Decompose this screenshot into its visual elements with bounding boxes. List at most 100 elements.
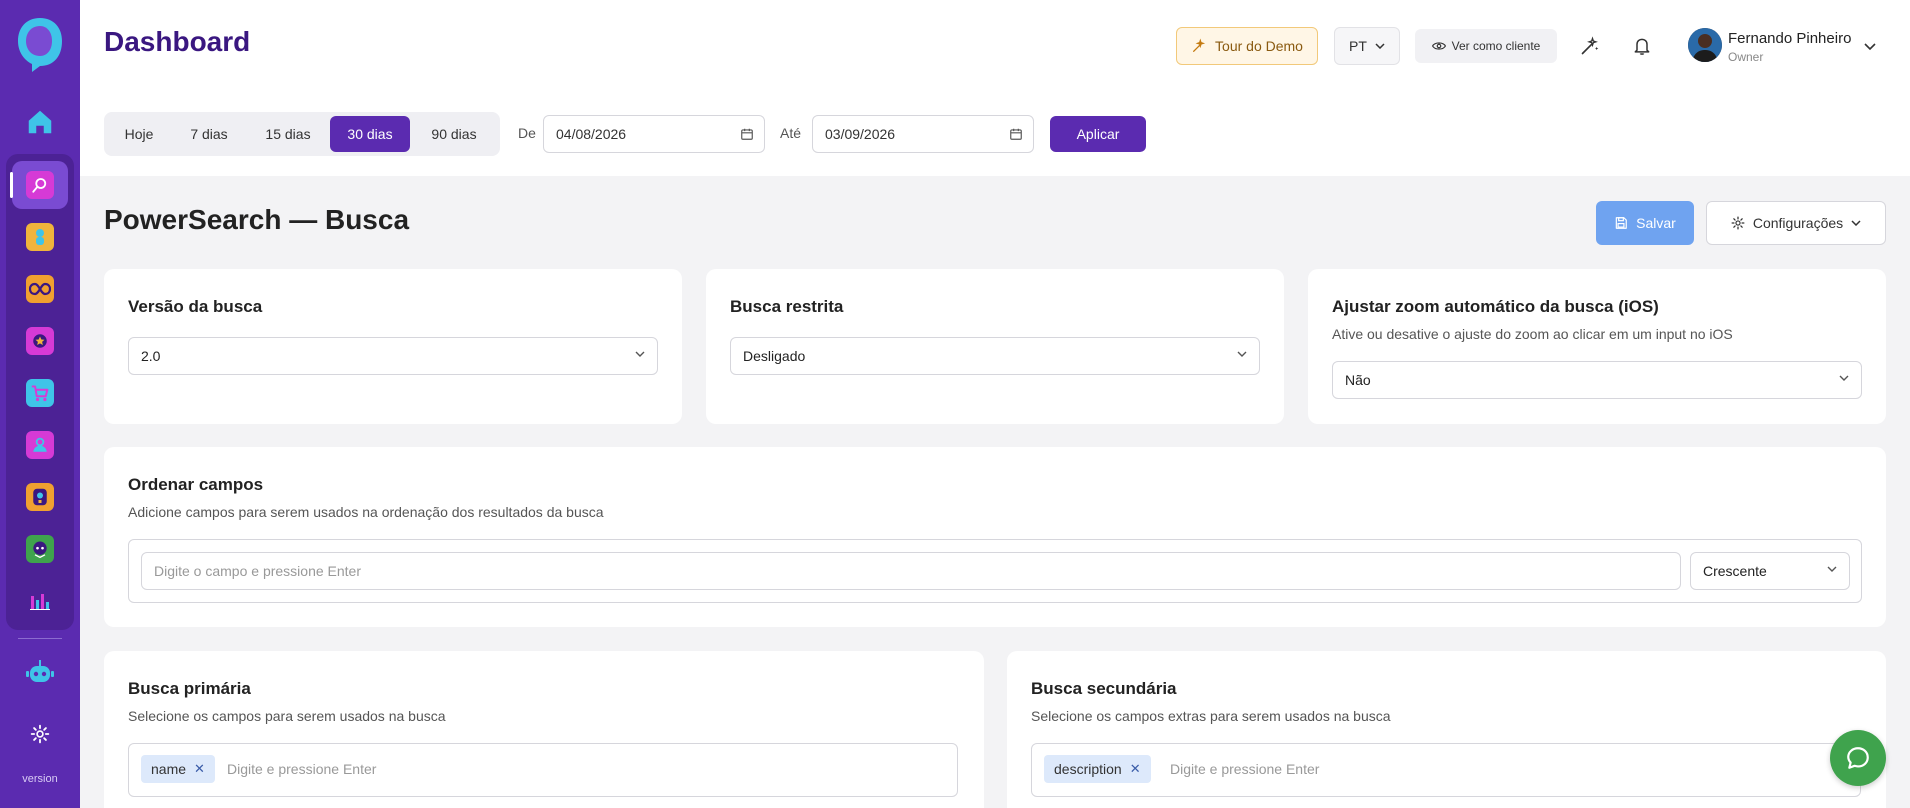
tag-input-placeholder: Digite e pressione Enter: [227, 761, 377, 777]
save-button[interactable]: Salvar: [1596, 201, 1694, 245]
card-subtitle: Selecione os campos para serem usados na…: [128, 708, 446, 724]
sidebar-item-assistant[interactable]: [22, 531, 58, 567]
select-value: Não: [1345, 372, 1371, 388]
range-15-days[interactable]: 15 dias: [248, 116, 328, 152]
range-90-days[interactable]: 90 dias: [412, 116, 496, 152]
sidebar-item-settings[interactable]: [22, 716, 58, 752]
chevron-down-icon: [635, 351, 645, 357]
main-title: PowerSearch — Busca: [104, 204, 410, 235]
bell-icon[interactable]: [1628, 32, 1656, 60]
eye-icon: [1431, 42, 1446, 50]
sparkle-icon: [1193, 38, 1206, 52]
chevron-down-icon: [1839, 375, 1849, 381]
tag-chip: description ✕: [1044, 755, 1151, 783]
view-as-client-button[interactable]: Ver como cliente: [1415, 29, 1557, 63]
card-ios-zoom: Ajustar zoom automático da busca (iOS) A…: [1308, 269, 1886, 424]
chevron-down-icon: [1851, 220, 1861, 226]
tag-input-placeholder: Digite e pressione Enter: [1170, 761, 1320, 777]
card-title: Versão da busca: [128, 297, 263, 316]
tag-chip: name ✕: [141, 755, 215, 783]
sidebar-item-profile[interactable]: [22, 219, 58, 255]
avatar[interactable]: [1688, 28, 1722, 62]
sidebar-item-powersearch[interactable]: [22, 167, 58, 203]
location-badge-icon: [26, 483, 54, 511]
user-name: Fernando Pinheiro: [1728, 30, 1852, 47]
person-icon: [26, 223, 54, 251]
chevron-down-icon: [1375, 43, 1385, 49]
chevron-down-icon: [1237, 351, 1247, 357]
search-version-select[interactable]: 2.0: [128, 337, 658, 375]
sidebar-item-cart[interactable]: [22, 375, 58, 411]
select-value: Desligado: [743, 348, 806, 364]
card-title: Ordenar campos: [128, 475, 264, 494]
sidebar-item-users[interactable]: [22, 427, 58, 463]
sort-field-box: Digite o campo e pressione Enter Crescen…: [128, 539, 1862, 603]
remove-tag-icon[interactable]: ✕: [1130, 761, 1141, 777]
sort-field-input[interactable]: Digite o campo e pressione Enter: [141, 552, 1681, 590]
card-title: Ajustar zoom automático da busca (iOS): [1332, 297, 1659, 316]
cart-icon: [26, 379, 54, 407]
sidebar-divider: [18, 638, 62, 639]
assistant-icon: [26, 535, 54, 563]
gear-icon: [30, 724, 50, 744]
apply-button[interactable]: Aplicar: [1050, 116, 1146, 152]
bar-chart-icon: [30, 594, 50, 610]
card-restricted-search: Busca restrita Desligado: [706, 269, 1284, 424]
chat-bubble-icon: [1847, 747, 1869, 769]
sidebar-item-favorites[interactable]: [22, 323, 58, 359]
from-date-input[interactable]: 04/08/2026: [543, 115, 765, 153]
card-title: Busca primária: [128, 679, 251, 698]
restricted-search-select[interactable]: Desligado: [730, 337, 1260, 375]
page-title: Dashboard: [104, 26, 251, 57]
language-value: PT: [1349, 38, 1367, 54]
card-title: Busca secundária: [1031, 679, 1177, 698]
from-label: De: [518, 125, 536, 141]
to-date-input[interactable]: 03/09/2026: [812, 115, 1034, 153]
remove-tag-icon[interactable]: ✕: [194, 761, 205, 777]
to-date-value: 03/09/2026: [825, 126, 896, 142]
settings-dropdown-button[interactable]: Configurações: [1706, 201, 1886, 245]
language-select[interactable]: PT: [1334, 27, 1400, 65]
to-label: Até: [780, 125, 802, 141]
card-title: Busca restrita: [730, 297, 844, 316]
chevron-down-icon: [1827, 566, 1837, 572]
tour-demo-button[interactable]: Tour do Demo: [1176, 27, 1318, 65]
search-chat-icon: [26, 171, 54, 199]
sidebar-active-indicator: [10, 172, 13, 198]
star-badge-icon: [26, 327, 54, 355]
sidebar-item-bot[interactable]: [22, 654, 58, 690]
user-icon: [26, 431, 54, 459]
range-30-days[interactable]: 30 dias: [330, 116, 410, 152]
robot-icon: [26, 660, 54, 682]
chat-button[interactable]: [1830, 730, 1886, 786]
sidebar-item-analytics[interactable]: [22, 583, 58, 619]
view-as-client-label: Ver como cliente: [1451, 39, 1541, 53]
tour-demo-label: Tour do Demo: [1215, 38, 1303, 54]
gear-icon: [1731, 216, 1745, 230]
home-icon[interactable]: [22, 104, 58, 140]
settings-label: Configurações: [1752, 215, 1844, 231]
range-7-days[interactable]: 7 dias: [172, 116, 246, 152]
tag-label: description: [1054, 761, 1122, 777]
sort-order-select[interactable]: Crescente: [1690, 552, 1850, 590]
magic-wand-icon[interactable]: [1576, 32, 1604, 60]
primary-tags-input[interactable]: name ✕ Digite e pressione Enter: [128, 743, 958, 797]
sidebar: version: [0, 0, 80, 808]
card-subtitle: Selecione os campos extras para serem us…: [1031, 708, 1391, 724]
range-today[interactable]: Hoje: [108, 116, 170, 152]
card-subtitle: Adicione campos para serem usados na ord…: [128, 504, 604, 520]
user-menu-chevron-down-icon[interactable]: [1864, 38, 1876, 56]
date-range-selector: Hoje 7 dias 15 dias 30 dias 90 dias: [104, 112, 500, 156]
tag-label: name: [151, 761, 187, 777]
ios-zoom-select[interactable]: Não: [1332, 361, 1862, 399]
floppy-disk-icon: [1615, 217, 1627, 229]
select-value: 2.0: [141, 348, 161, 364]
sidebar-item-loop[interactable]: [22, 271, 58, 307]
card-primary-search: Busca primária Selecione os campos para …: [104, 651, 984, 808]
header: Dashboard Tour do Demo PT Ver como clien…: [80, 0, 1910, 176]
brand-logo[interactable]: [14, 14, 66, 74]
sidebar-item-tracking[interactable]: [22, 479, 58, 515]
secondary-tags-input[interactable]: description ✕ Digite e pressione Enter: [1031, 743, 1861, 797]
version-label: version: [22, 773, 58, 785]
card-search-version: Versão da busca 2.0: [104, 269, 682, 424]
